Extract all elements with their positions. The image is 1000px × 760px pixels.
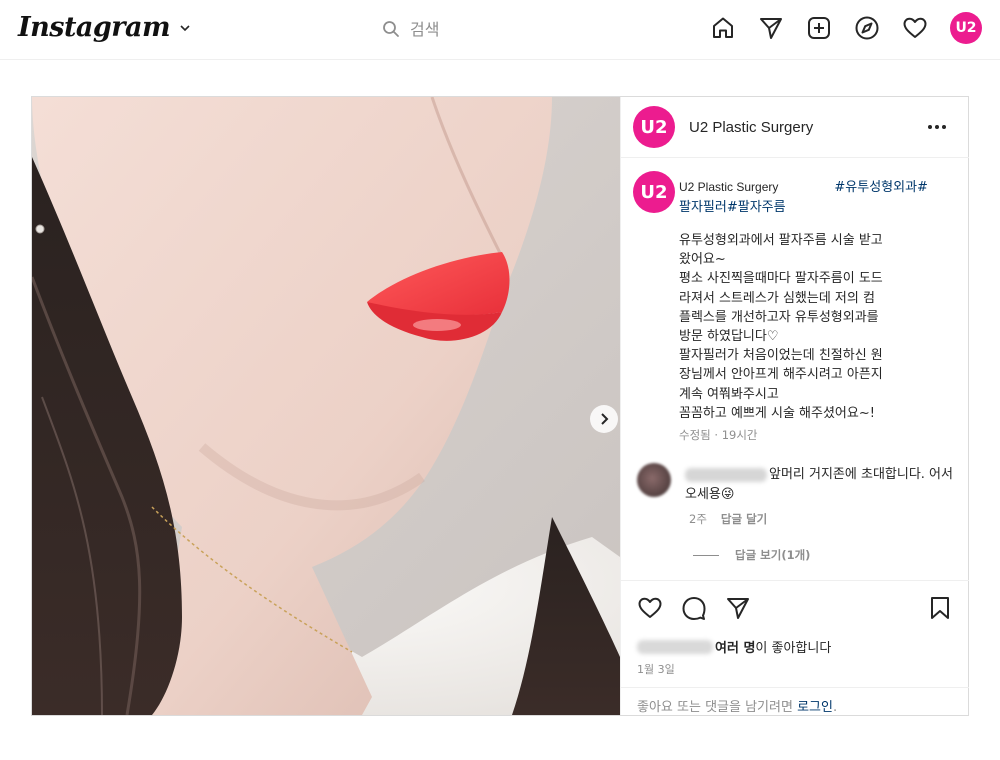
hashtag-link[interactable]: 팔자필러#팔자주름 [679,200,786,215]
post-actions-area: 여러 명이 좋아합니다 1월 3일 [621,580,969,686]
caption-text: 유투성형외과에서 팔자주름 시술 받고 왔어요~ 평소 사진찍을때마다 팔자주름… [679,233,883,421]
post-side-panel: U2 U2 Plastic Surgery U2 U2 Plastic Surg… [620,97,969,715]
likes-summary[interactable]: 여러 명이 좋아합니다 [637,637,831,656]
post-image[interactable] [32,97,620,715]
comment: 앞머리 거지존에 초대합니다. 어서오세용😜 [685,465,957,505]
login-link[interactable]: 로그인 [797,700,833,715]
account-name[interactable]: U2 Plastic Surgery [689,119,813,136]
instagram-logo[interactable]: Instagram [18,12,171,43]
search-icon [383,21,399,37]
account-avatar-initials: U2 [640,116,668,138]
direct-message-icon[interactable] [758,15,784,41]
search-bar[interactable] [372,14,622,44]
home-icon[interactable] [710,15,736,41]
chevron-right-icon [601,413,609,425]
next-image-arrow[interactable] [590,405,618,433]
replies-divider-line [693,554,719,556]
post-header: U2 U2 Plastic Surgery [621,97,969,158]
profile-avatar[interactable]: U2 [950,12,982,44]
search-input[interactable] [410,19,610,39]
activity-heart-icon[interactable] [902,15,928,41]
reply-button[interactable]: 답글 달기 [721,511,767,527]
comment-meta: 2주 답글 달기 [689,511,767,527]
new-post-icon[interactable] [806,15,832,41]
caption-username[interactable]: U2 Plastic Surgery [679,180,778,194]
caption-avatar[interactable]: U2 [633,171,675,213]
likes-suffix: 이 좋아합니다 [755,641,832,656]
commenter-avatar[interactable] [637,463,671,497]
top-navigation-bar: Instagram U2 [0,0,1000,60]
caption-avatar-initials: U2 [640,181,668,203]
hashtag-link[interactable]: #유투성형외과# [834,180,928,195]
comment-age: 2주 [689,512,707,526]
view-replies-button[interactable]: 답글 보기(1개) [693,547,810,563]
post-date: 1월 3일 [637,663,675,676]
liker-username-blurred [637,639,713,654]
profile-avatar-initials: U2 [955,20,977,36]
explore-compass-icon[interactable] [854,15,880,41]
login-prompt-text: 좋아요 또는 댓글을 남기려면 [637,700,793,715]
nav-icon-group: U2 [710,12,982,44]
account-avatar[interactable]: U2 [633,106,675,148]
edited-label: 수정됨 [679,428,711,442]
view-replies-label: 답글 보기(1개) [735,548,811,562]
caption-time: 19시간 [721,428,758,442]
likes-count: 여러 명 [715,641,756,656]
instagram-logo-switcher[interactable]: Instagram [18,12,192,43]
more-options-icon[interactable] [925,117,949,137]
caption-header: U2 Plastic Surgery #유투성형외과# 팔자필러#팔자주름 [679,177,939,218]
share-send-icon[interactable] [725,595,751,621]
login-prompt-period: . [832,700,838,715]
like-heart-icon[interactable] [637,595,663,621]
action-buttons [637,595,751,621]
login-prompt: 좋아요 또는 댓글을 남기려면 로그인. [621,687,969,715]
caption-meta: 수정됨 · 19시간 [679,428,758,442]
bookmark-icon[interactable] [927,595,953,621]
commenter-username-blurred[interactable] [685,467,767,482]
post-card: U2 U2 Plastic Surgery U2 U2 Plastic Surg… [31,96,969,716]
post-photo [32,97,620,715]
comment-bubble-icon[interactable] [681,595,707,621]
chevron-down-icon[interactable] [178,21,192,35]
comments-section[interactable]: U2 U2 Plastic Surgery #유투성형외과# 팔자필러#팔자주름 … [621,159,969,579]
